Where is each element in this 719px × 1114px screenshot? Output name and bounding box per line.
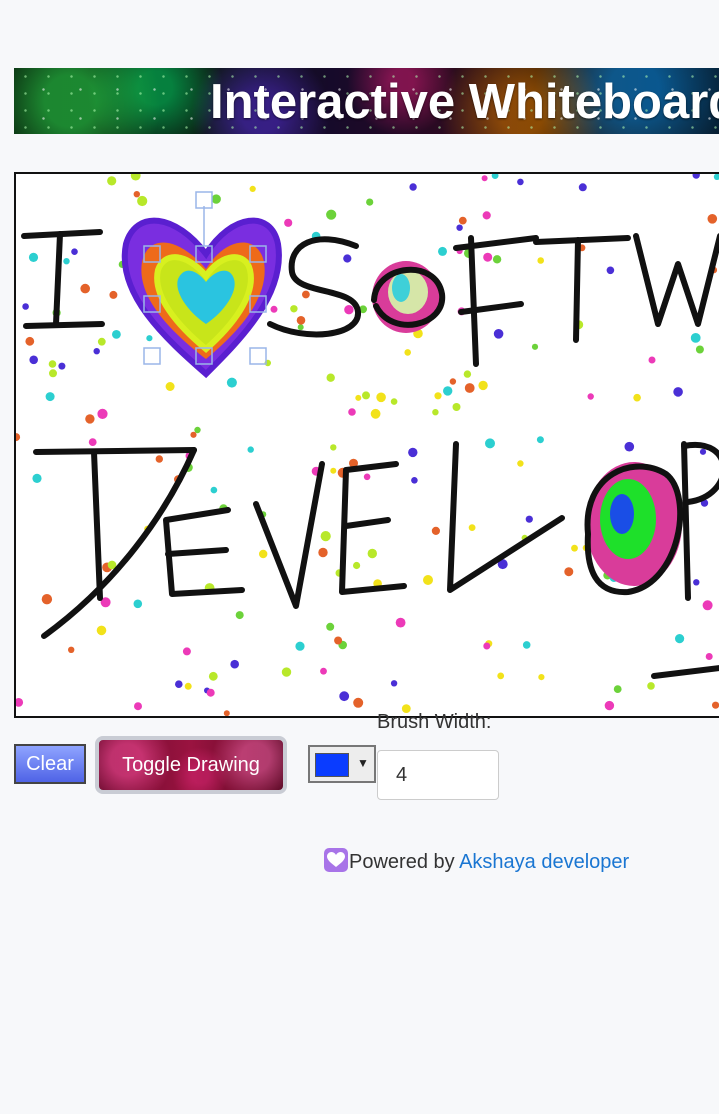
whiteboard-canvas[interactable] <box>14 172 719 718</box>
canvas-drawing <box>16 174 719 716</box>
footer-credit: Powered by Akshaya developer <box>324 848 629 875</box>
clear-button[interactable]: Clear <box>14 744 86 784</box>
page-title: Interactive Whiteboard <box>210 75 719 129</box>
akshaya-developer-link[interactable]: Akshaya developer <box>459 851 629 873</box>
header-banner: Interactive Whiteboard <box>14 68 719 134</box>
brush-width-label: Brush Width: <box>377 711 492 733</box>
heart-drawing <box>121 217 282 379</box>
chevron-down-icon: ▼ <box>357 756 369 770</box>
confetti-dots <box>16 174 719 716</box>
toggle-drawing-button[interactable]: Toggle Drawing <box>95 736 287 794</box>
color-swatch <box>315 753 349 777</box>
handwritten-strokes <box>21 229 719 679</box>
color-picker[interactable]: ▼ <box>308 745 376 783</box>
brush-width-input[interactable] <box>377 750 499 800</box>
footer-prefix: Powered by <box>349 851 460 873</box>
purple-heart-icon <box>324 848 348 872</box>
